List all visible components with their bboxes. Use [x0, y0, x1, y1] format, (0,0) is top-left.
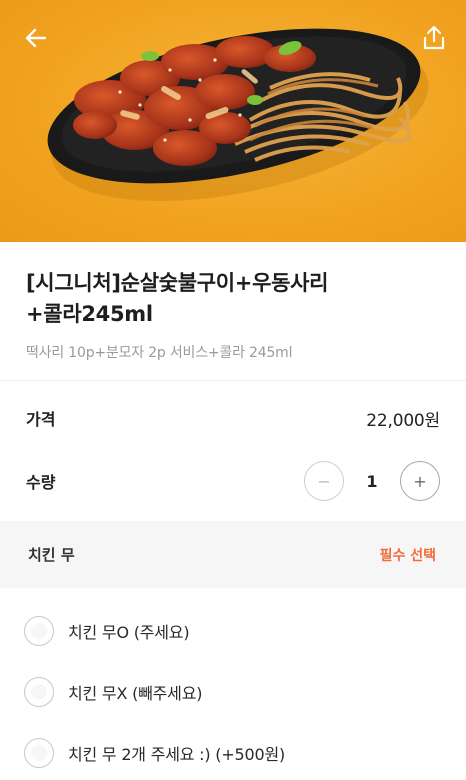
- product-description: 떡사리 10p+분모자 2p 서비스+콜라 245ml: [26, 345, 293, 361]
- product-info: [시그니처]순살숯불구이+우동사리 +콜라245ml 떡사리 10p+분모자 2…: [0, 242, 466, 380]
- share-icon: [423, 25, 445, 50]
- price-value: 22,000원: [366, 410, 440, 431]
- radio-button[interactable]: [24, 615, 54, 646]
- radio-dot: [31, 622, 47, 639]
- quantity-label: 수량: [26, 473, 56, 492]
- quantity-value: 1: [366, 471, 378, 491]
- radio-button[interactable]: [24, 737, 54, 768]
- radio-dot: [31, 744, 47, 761]
- option-list: 치킨 무O (주세요) 치킨 무X (빼주세요) 치킨 무 2개 주세요 :) …: [0, 588, 466, 780]
- decrease-quantity-button[interactable]: −: [304, 461, 344, 501]
- radio-button[interactable]: [24, 676, 54, 707]
- option-label: 치킨 무 2개 주세요 :) (+500원): [68, 744, 286, 764]
- arrow-left-icon: [25, 28, 47, 48]
- quantity-stepper: − 1 +: [304, 461, 440, 501]
- required-badge: 필수 선택: [379, 547, 436, 564]
- option-group-header: 치킨 무 필수 선택: [0, 521, 466, 588]
- option-item[interactable]: 치킨 무 2개 주세요 :) (+500원): [0, 722, 466, 780]
- product-title-line1: [시그니처]순살숯불구이+우동사리: [26, 271, 329, 295]
- price-row: 가격 22,000원: [0, 381, 466, 451]
- price-label: 가격: [26, 410, 56, 429]
- quantity-row: 수량 − 1 +: [0, 451, 466, 521]
- product-title-line2: +콜라245ml: [26, 302, 153, 326]
- option-label: 치킨 무O (주세요): [68, 622, 190, 642]
- product-image: [0, 0, 466, 242]
- option-group-title: 치킨 무: [28, 546, 75, 564]
- radio-dot: [31, 683, 47, 700]
- increase-quantity-button[interactable]: +: [400, 461, 440, 501]
- product-title: [시그니처]순살숯불구이+우동사리 +콜라245ml: [26, 268, 440, 330]
- back-button[interactable]: [22, 24, 50, 52]
- share-button[interactable]: [420, 24, 448, 52]
- option-item[interactable]: 치킨 무O (주세요): [0, 600, 466, 661]
- food-illustration: [47, 28, 429, 201]
- option-item[interactable]: 치킨 무X (빼주세요): [0, 661, 466, 722]
- option-label: 치킨 무X (빼주세요): [68, 683, 203, 703]
